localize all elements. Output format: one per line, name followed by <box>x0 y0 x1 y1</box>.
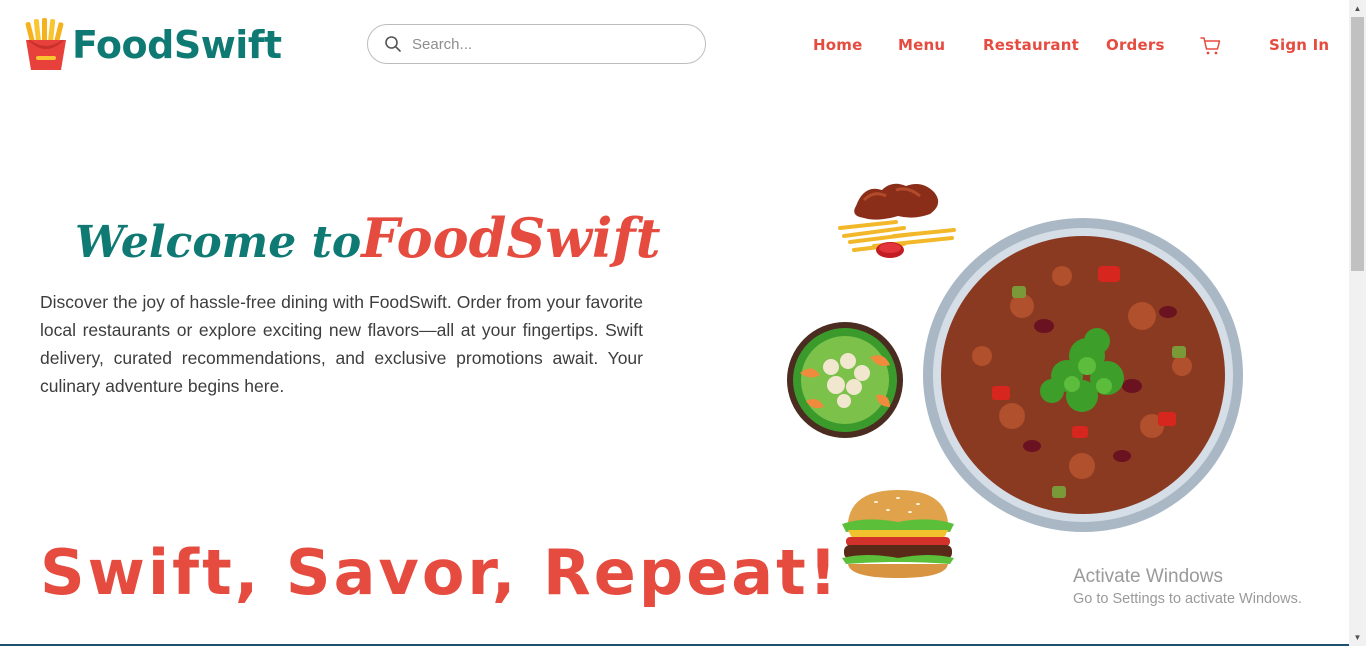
brand-name: FoodSwift <box>72 23 282 67</box>
intro-paragraph: Discover the joy of hassle-free dining w… <box>40 292 643 396</box>
brand-logo[interactable]: FoodSwift <box>22 18 282 72</box>
windows-activation-watermark: Activate Windows Go to Settings to activ… <box>1073 566 1302 607</box>
nav-restaurant-link[interactable]: Restaurant <box>983 36 1079 54</box>
search-input[interactable] <box>410 34 684 54</box>
rice-bowl-image <box>923 218 1243 532</box>
nav-home-link[interactable]: Home <box>813 36 862 54</box>
scroll-down-arrow-icon[interactable]: ▼ <box>1349 629 1366 646</box>
welcome-heading: Welcome toFoodSwift <box>75 206 661 270</box>
scroll-thumb[interactable] <box>1351 17 1364 271</box>
tagline: Swift, Savor, Repeat! <box>40 536 841 609</box>
search-icon <box>385 36 401 52</box>
nav-menu-link[interactable]: Menu <box>898 36 945 54</box>
cart-icon[interactable] <box>1200 36 1222 56</box>
scroll-up-arrow-icon[interactable]: ▲ <box>1349 0 1366 17</box>
header: FoodSwift Home Menu Restaurant Orders Si… <box>0 0 1349 92</box>
vertical-scrollbar[interactable]: ▲ ▼ <box>1349 0 1366 646</box>
watermark-title: Activate Windows <box>1073 566 1223 587</box>
sign-in-link[interactable]: Sign In <box>1269 36 1329 54</box>
nav-orders-link[interactable]: Orders <box>1106 36 1165 54</box>
shrimp-salad-image <box>787 322 903 438</box>
welcome-brand: FoodSwift <box>361 206 661 270</box>
welcome-prefix: Welcome to <box>75 217 362 268</box>
search-box[interactable] <box>367 24 706 64</box>
fries-icon <box>25 18 66 70</box>
watermark-subtitle: Go to Settings to activate Windows. <box>1073 591 1302 607</box>
